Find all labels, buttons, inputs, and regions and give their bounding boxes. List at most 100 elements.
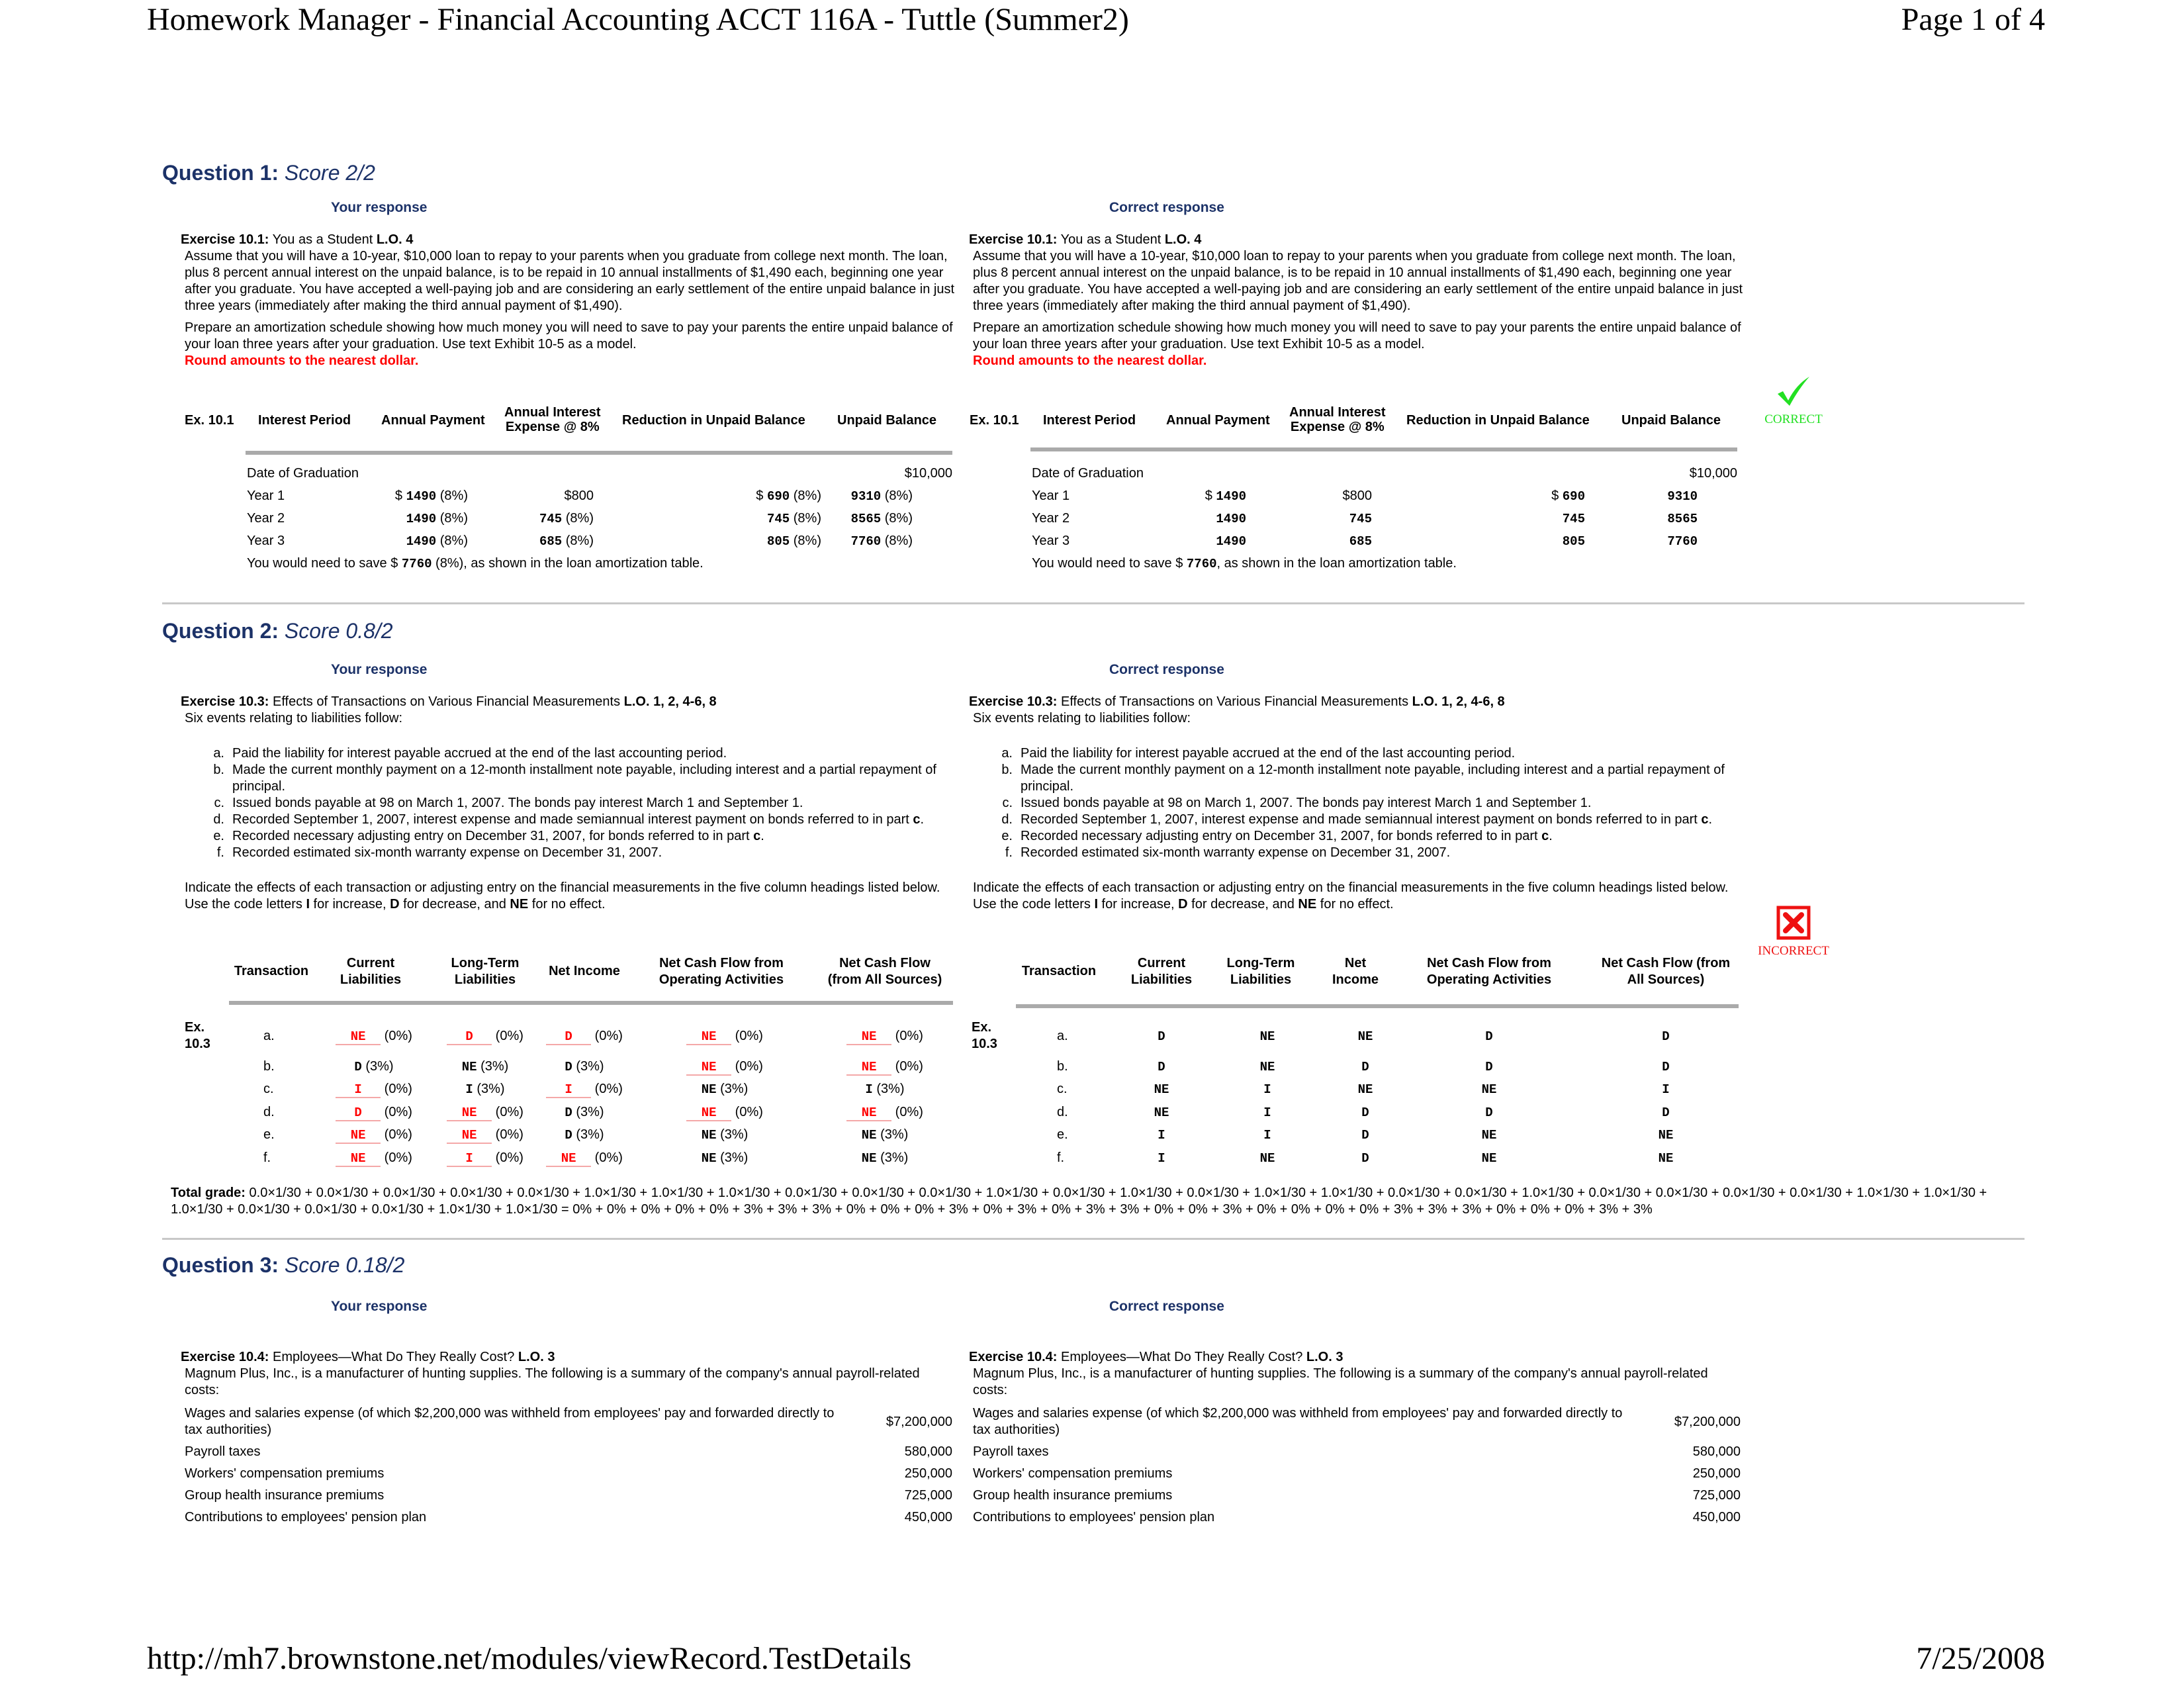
event-item: d. Recorded September 1, 2007, interest e… (185, 812, 959, 828)
incorrect-answer: NE (0%) (832, 1029, 938, 1045)
your-response-label: Your response (331, 662, 428, 677)
q1-correct-response: Exercise 10.1: You as a Student L.O. 4 A… (969, 232, 1747, 369)
correct-answer: I (3%) (465, 1082, 505, 1097)
exercise-label: Ex. 10.3 (972, 1020, 997, 1051)
event-letter: c. (1002, 796, 1013, 810)
exercise-description: Assume that you will have a 10-year, $10… (973, 249, 1743, 313)
col-header-interest: Annual Interest Expense @ 8% (1289, 405, 1386, 434)
cost-amount: 725,000 (1692, 1488, 1741, 1503)
question-score: Score 0.18/2 (284, 1253, 405, 1277)
answer-code: NE (1658, 1128, 1674, 1143)
col-header-interest: Annual Interest Expense @ 8% (504, 405, 601, 434)
reduction-in-balance: 805 (1562, 534, 1585, 549)
cost-amount: 580,000 (904, 1444, 952, 1459)
incorrect-answer: NE (0%) (531, 1150, 637, 1167)
event-letter: b. (213, 763, 224, 777)
total-grade: Total grade: 0.0×1/30 + 0.0×1/30 + 0.0×1… (171, 1186, 1987, 1217)
answer-code: NE (1481, 1082, 1497, 1097)
incorrect-answer: NE (0%) (672, 1105, 778, 1121)
reduction-in-balance: 745 (1562, 512, 1585, 526)
event-item: f. Recorded estimated six-month warranty … (973, 845, 1747, 861)
event-letter: f. (216, 845, 224, 860)
cost-amount: $7,200,000 (886, 1414, 952, 1429)
transaction-letter: e. (263, 1127, 275, 1142)
reduction-in-balance: $ 690 (1551, 489, 1585, 504)
answer-code: D (1662, 1060, 1670, 1074)
transaction-letter: c. (263, 1082, 274, 1096)
incorrect-answer: NE (0%) (832, 1059, 938, 1076)
cost-label: Contributions to employees' pension plan (185, 1510, 427, 1524)
cost-amount: 250,000 (1692, 1466, 1741, 1481)
event-item: c. Issued bonds payable at 98 on March 1,… (185, 795, 959, 812)
rounding-note: Round amounts to the nearest dollar. (973, 353, 1207, 368)
cost-amount: 450,000 (1692, 1510, 1741, 1524)
answer-code: I (1158, 1151, 1165, 1166)
cost-label: Wages and salaries expense (of which $2,… (973, 1406, 1623, 1437)
transaction-letter: d. (263, 1105, 275, 1119)
answer-code: D (1662, 1105, 1670, 1120)
exercise-title: Exercise 10.3: Effects of Transactions o… (969, 694, 1505, 709)
correct-answer: D (3%) (565, 1105, 604, 1120)
question-score: Score 0.8/2 (284, 619, 393, 643)
interest-expense: 745 (8%) (539, 511, 594, 526)
payroll-costs: Wages and salaries expense (of which $2,… (973, 1405, 1741, 1526)
annual-payment: 1490 (1216, 534, 1246, 549)
col-header-payment: Annual Payment (1166, 413, 1270, 428)
exercise-intro: Magnum Plus, Inc., is a manufacturer of … (973, 1366, 1708, 1397)
graduation-balance: $10,000 (1689, 466, 1737, 481)
transaction-letter: f. (263, 1150, 271, 1165)
event-text: Recorded estimated six-month warranty ex… (232, 845, 662, 860)
exercise-instructions: Prepare an amortization schedule showing… (185, 320, 953, 352)
event-text: Issued bonds payable at 98 on March 1, 2… (232, 796, 803, 810)
col-header-period: Interest Period (258, 413, 351, 428)
incorrect-answer: I (0%) (531, 1082, 637, 1098)
cost-label: Payroll taxes (185, 1444, 261, 1459)
section-divider (162, 602, 2025, 604)
q2-correct-response: Exercise 10.3: Effects of Transactions o… (969, 694, 1747, 913)
event-item: b. Made the current monthly payment on a … (973, 762, 1747, 795)
cost-label: Group health insurance premiums (973, 1488, 1173, 1503)
exercise-instructions: Indicate the effects of each transaction… (185, 880, 940, 912)
exercise-instructions: Indicate the effects of each transaction… (973, 880, 1729, 912)
q3-your-response: Exercise 10.4: Employees—What Do They Re… (181, 1349, 959, 1531)
cost-label: Contributions to employees' pension plan (973, 1510, 1215, 1524)
graduation-label: Date of Graduation (1032, 466, 1144, 481)
event-text: Made the current monthly payment on a 12… (1021, 763, 1725, 794)
payroll-item: Wages and salaries expense (of which $2,… (973, 1405, 1741, 1438)
checkmark-icon (1778, 377, 1809, 406)
event-item: e. Recorded necessary adjusting entry on … (973, 828, 1747, 845)
event-item: f. Recorded estimated six-month warranty … (185, 845, 959, 861)
cost-amount: 725,000 (904, 1488, 952, 1503)
unpaid-balance: 8565 (1667, 512, 1698, 526)
save-statement: You would need to save $ 7760 (8%), as s… (247, 556, 704, 571)
transaction-letter: c. (1057, 1082, 1068, 1096)
transaction-letter: b. (1057, 1059, 1068, 1074)
col-header: Net Cash Flow (from All Sources) (827, 956, 942, 987)
col-header: Net Income (1332, 956, 1379, 987)
transaction-letter: a. (263, 1029, 275, 1043)
col-header: Current Liabilities (340, 956, 402, 987)
question-label: Question 1: (162, 161, 279, 185)
event-text: Recorded September 1, 2007, interest exp… (1021, 812, 1702, 827)
incorrect-answer: NE (0%) (321, 1150, 427, 1167)
event-letter: e. (1001, 829, 1013, 843)
answer-code: D (1361, 1128, 1369, 1143)
event-item: b. Made the current monthly payment on a … (185, 762, 959, 795)
interest-period: Year 1 (247, 489, 285, 503)
event-text: Paid the liability for interest payable … (1021, 746, 1516, 761)
answer-code: NE (1357, 1082, 1373, 1097)
cost-label: Wages and salaries expense (of which $2,… (185, 1406, 835, 1437)
answer-code: D (1485, 1060, 1493, 1074)
x-mark-icon (1776, 906, 1811, 940)
question-1-title: Question 1: Score 2/2 (162, 161, 375, 185)
rounding-note: Round amounts to the nearest dollar. (185, 353, 419, 368)
page-number: Page 1 of 4 (1901, 2, 2045, 37)
incorrect-answer: NE (0%) (321, 1029, 427, 1045)
event-text: Made the current monthly payment on a 12… (232, 763, 936, 794)
event-text: Issued bonds payable at 98 on March 1, 2… (1021, 796, 1592, 810)
events-list: a. Paid the liability for interest payabl… (185, 745, 959, 861)
col-header-balance: Unpaid Balance (837, 413, 937, 428)
event-letter: d. (1001, 812, 1013, 827)
exercise-title: Exercise 10.4: Employees—What Do They Re… (969, 1350, 1343, 1364)
incorrect-answer: D (0%) (531, 1029, 637, 1045)
